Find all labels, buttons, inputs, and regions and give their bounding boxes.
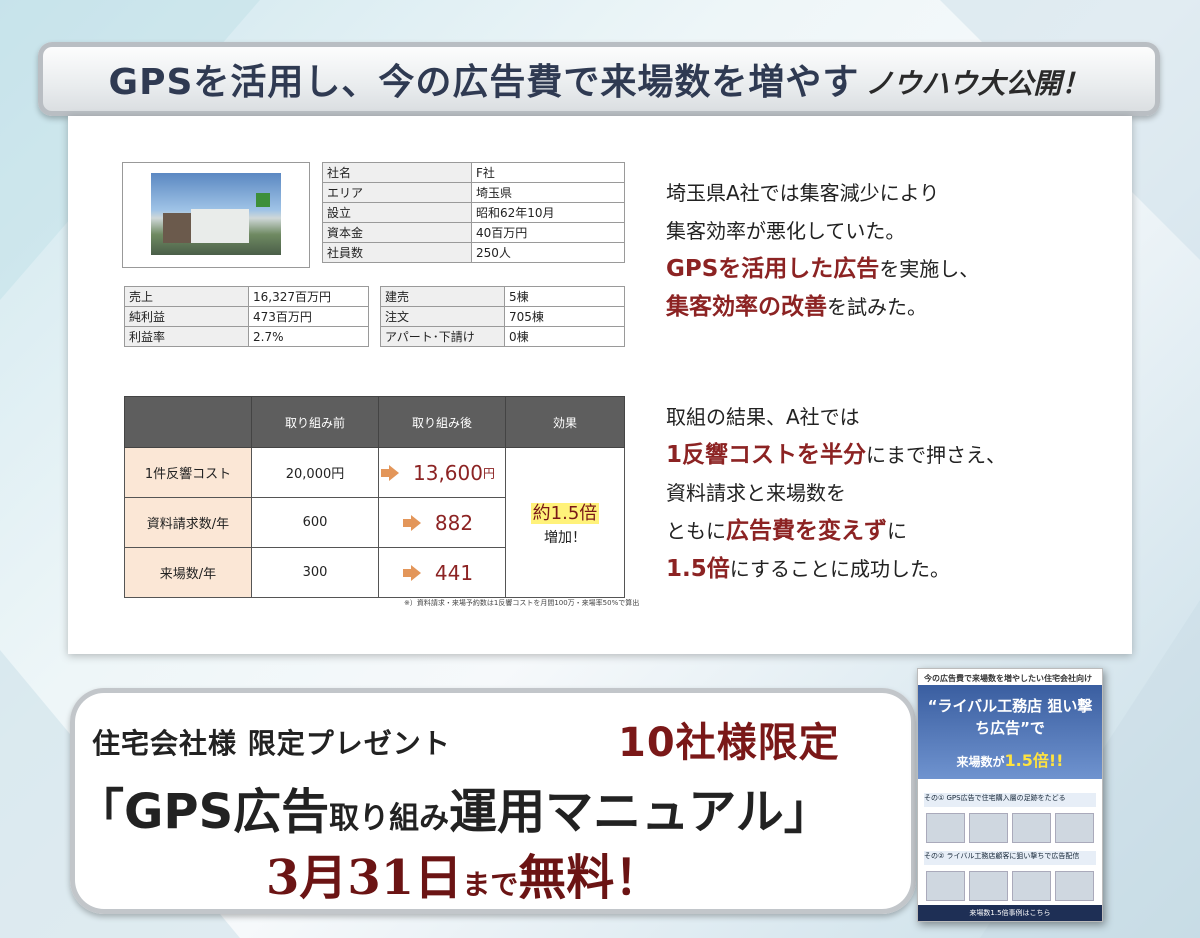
promo-manual-title: 「GPS広告取り組み運用マニュアル」: [76, 784, 832, 840]
table-cell: 注文: [380, 306, 505, 327]
manual-booklet-cover[interactable]: 今の広告費で来場数を増やしたい住宅会社向け “ライバル工務店 狙い撃ち広告”で …: [917, 668, 1103, 922]
sales-table: 建売 5棟 注文 705棟 アパート･下請け 0棟: [380, 286, 625, 347]
effect-sub: 増加！: [544, 529, 586, 546]
table-cell: F社: [471, 162, 625, 183]
arrow-right-icon: [402, 564, 421, 581]
table-cell: 純利益: [124, 306, 249, 327]
table-row: 社名 F社: [322, 162, 625, 183]
booklet-thumbnails: [926, 871, 1094, 901]
building-image: [151, 173, 281, 255]
finance-table: 売上 16,327百万円 純利益 473百万円 利益率 2.7%: [124, 286, 369, 347]
table-cell: 昭和62年10月: [471, 202, 625, 223]
table-cell: 資料請求数/年: [124, 497, 252, 548]
table-cell: 5棟: [504, 286, 625, 307]
table-header-cell: 取り組み前: [251, 396, 379, 448]
table-cell: 20,000円: [251, 447, 379, 498]
table-header-cell: 取り組み後: [378, 396, 506, 448]
promo-line1: 住宅会社様 限定プレゼント: [92, 727, 451, 760]
table-cell: 0棟: [504, 326, 625, 347]
table-cell: 来場数/年: [124, 547, 252, 598]
arrow-right-icon: [381, 464, 399, 481]
headline-sub: ノウハウ大公開！: [865, 67, 1090, 100]
company-info-table: 社名 F社 エリア 埼玉県 設立 昭和62年10月 資本金 40百万円 社員数 250人: [322, 162, 625, 263]
table-cell: 資本金: [322, 222, 472, 243]
table-row: 社員数 250人: [322, 242, 625, 263]
effect-cell: 約1.5倍 増加！: [505, 447, 625, 598]
table-cell: エリア: [322, 182, 472, 203]
table-header-row: 取り組み前 取り組み後 効果: [124, 396, 625, 448]
table-cell: 600: [251, 497, 379, 548]
table-cell: 16,327百万円: [248, 286, 369, 307]
table-cell: 705棟: [504, 306, 625, 327]
table-cell: 売上: [124, 286, 249, 307]
present-promo-box[interactable]: 住宅会社様 限定プレゼント 10社様限定 「GPS広告取り組み運用マニュアル」 …: [70, 688, 916, 914]
table-cell: 40百万円: [471, 222, 625, 243]
situation-copy: 埼玉県A社では集客減少により 集客効率が悪化していた。 GPSを活用した広告を実…: [666, 181, 980, 320]
booklet-footer: 来場数1.5倍事例はこちら: [918, 905, 1102, 921]
table-cell: 882: [378, 497, 506, 548]
table-row: 売上 16,327百万円: [124, 286, 369, 307]
result-copy: 取組の結果、A社では 1反響コストを半分にまで押さえ、 資料請求と来場数を とも…: [666, 405, 1007, 582]
table-cell: 設立: [322, 202, 472, 223]
table-cell: 2.7%: [248, 326, 369, 347]
case-study-panel: 社名 F社 エリア 埼玉県 設立 昭和62年10月 資本金 40百万円 社員数 250人 …: [68, 116, 1132, 654]
effect-main: 約1.5倍: [530, 502, 600, 524]
table-cell: 建売: [380, 286, 505, 307]
promo-limited: 10社様限定: [618, 720, 840, 766]
table-header-cell: 効果: [505, 396, 625, 448]
results-table: 取り組み前 取り組み後 効果 1件反響コスト 20,000円 13,600円 約…: [124, 396, 625, 598]
table-cell: 社名: [322, 162, 472, 183]
table-cell: 利益率: [124, 326, 249, 347]
company-photo: [122, 162, 310, 268]
table-cell: 473百万円: [248, 306, 369, 327]
booklet-section1: その① GPS広告で住宅購入層の足跡をたどる: [924, 793, 1096, 807]
table-cell: 441: [378, 547, 506, 598]
table-cell: 埼玉県: [471, 182, 625, 203]
table-row: 資本金 40百万円: [322, 222, 625, 243]
promo-deadline: 3月31日まで無料！: [266, 850, 663, 906]
table-cell: 社員数: [322, 242, 472, 263]
table-cell: 13,600円: [378, 447, 506, 498]
arrow-right-icon: [402, 514, 421, 531]
table-row: 純利益 473百万円: [124, 306, 369, 327]
table-cell: 300: [251, 547, 379, 598]
table-cell: 250人: [471, 242, 625, 263]
booklet-section2: その② ライバル工務店顧客に狙い撃ちで広告配信: [924, 851, 1096, 865]
results-note: ※）資料請求・来場予約数は1反響コストを月間100万・来場率50%で算出: [404, 599, 640, 607]
table-row: アパート･下請け 0棟: [380, 326, 625, 347]
table-row: 建売 5棟: [380, 286, 625, 307]
table-row: 利益率 2.7%: [124, 326, 369, 347]
table-cell: 1件反響コスト: [124, 447, 252, 498]
table-row: 1件反響コスト 20,000円 13,600円 約1.5倍 増加！: [124, 447, 625, 598]
headline-main: GPSを活用し、今の広告費で来場数を増やす: [108, 62, 860, 103]
table-row: 注文 705棟: [380, 306, 625, 327]
table-cell: アパート･下請け: [380, 326, 505, 347]
booklet-sub: 来場数が1.5倍!!: [956, 751, 1064, 770]
booklet-title: “ライバル工務店 狙い撃ち広告”で: [927, 697, 1093, 737]
table-header-cell: [124, 396, 252, 448]
table-row: 設立 昭和62年10月: [322, 202, 625, 223]
headline-banner: GPSを活用し、今の広告費で来場数を増やす ノウハウ大公開！: [38, 42, 1160, 116]
table-row: エリア 埼玉県: [322, 182, 625, 203]
booklet-thumbnails: [926, 813, 1094, 843]
